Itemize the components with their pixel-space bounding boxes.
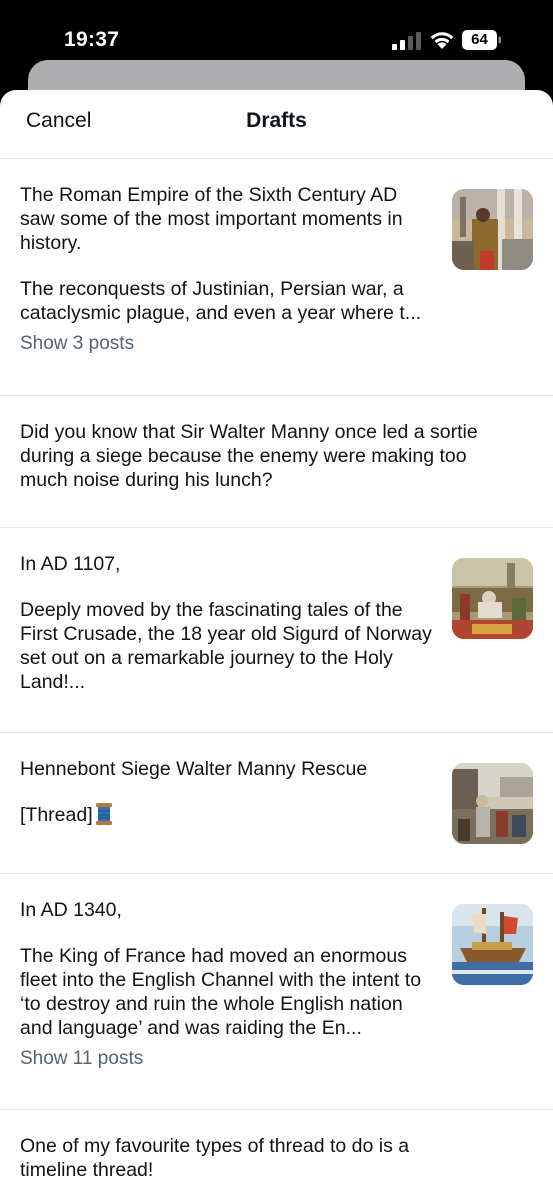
- status-bar: 19:37 64: [0, 0, 553, 60]
- draft-text: [Thread]: [20, 804, 93, 826]
- draft-text: The Roman Empire of the Sixth Century AD…: [20, 184, 403, 254]
- draft-item[interactable]: In AD 1107, Deeply moved by the fascinat…: [0, 528, 553, 733]
- draft-text: One of my favourite types of thread to d…: [20, 1135, 410, 1181]
- drafts-header: Cancel Drafts: [0, 90, 553, 159]
- draft-item[interactable]: Did you know that Sir Walter Manny once …: [0, 396, 553, 528]
- battery-level: 64: [471, 31, 488, 48]
- drafts-sheet: Cancel Drafts The Roman Empire of the Si…: [0, 90, 553, 1200]
- show-posts-link[interactable]: Show 3 posts: [20, 333, 533, 355]
- status-time: 19:37: [64, 28, 120, 51]
- page-title: Drafts: [246, 109, 307, 132]
- battery-icon: 64: [462, 30, 502, 50]
- wifi-icon: [430, 32, 454, 49]
- draft-text: In AD 1107,: [20, 553, 121, 575]
- sigurd-procession-painting-image: [452, 558, 533, 639]
- draft-thumbnail: [452, 189, 533, 270]
- naval-battle-painting-image: [452, 904, 533, 985]
- draft-text: Hennebont Siege Walter Manny Rescue: [20, 758, 368, 780]
- cellular-signal-icon: [392, 32, 421, 50]
- hennebont-siege-painting-image: [452, 763, 533, 844]
- draft-text: Deeply moved by the fascinating tales of…: [20, 599, 432, 693]
- spool-of-thread-icon: [95, 803, 112, 825]
- draft-thumbnail: [452, 558, 533, 639]
- draft-text: The King of France had moved an enormous…: [20, 945, 422, 1039]
- draft-thumbnail: [452, 904, 533, 985]
- draft-text: In AD 1340,: [20, 899, 122, 921]
- draft-text: The reconquests of Justinian, Persian wa…: [20, 278, 422, 324]
- draft-thumbnail: [452, 763, 533, 844]
- draft-item[interactable]: Hennebont Siege Walter Manny Rescue [Thr…: [0, 733, 553, 874]
- draft-item[interactable]: One of my favourite types of thread to d…: [0, 1110, 553, 1200]
- draft-item[interactable]: In AD 1340, The King of France had moved…: [0, 874, 553, 1110]
- draft-text: Did you know that Sir Walter Manny once …: [20, 421, 478, 491]
- show-posts-link[interactable]: Show 11 posts: [20, 1048, 533, 1070]
- roman-court-painting-image: [452, 189, 533, 270]
- draft-item[interactable]: The Roman Empire of the Sixth Century AD…: [0, 159, 553, 396]
